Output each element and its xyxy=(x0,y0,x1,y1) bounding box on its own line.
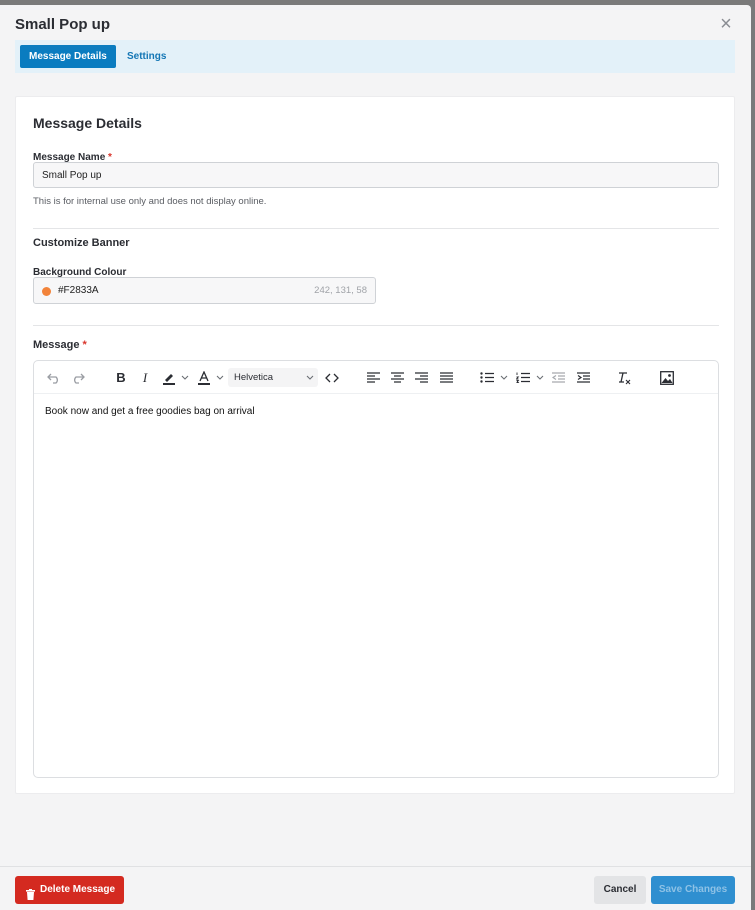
delete-message-label: Delete Message xyxy=(40,884,116,895)
chevron-down-icon[interactable] xyxy=(215,369,225,386)
cancel-button[interactable]: Cancel xyxy=(594,876,646,904)
bold-icon[interactable]: B xyxy=(113,369,129,386)
font-family-select[interactable]: Helvetica xyxy=(228,368,318,387)
font-family-value: Helvetica xyxy=(234,372,274,383)
section-title: Message Details xyxy=(33,115,142,131)
tab-message-details[interactable]: Message Details xyxy=(20,45,116,68)
highlight-color-icon[interactable] xyxy=(161,369,177,386)
align-right-icon[interactable] xyxy=(413,369,429,386)
colour-hex-value: #F2833A xyxy=(58,285,99,296)
editor-content[interactable]: Book now and get a free goodies bag on a… xyxy=(45,406,255,417)
save-changes-button[interactable]: Save Changes xyxy=(651,876,735,904)
tab-bar: Message Details Settings xyxy=(15,40,735,73)
divider xyxy=(33,325,719,326)
indent-icon[interactable] xyxy=(575,369,591,386)
colour-swatch xyxy=(42,287,51,296)
numbered-list-icon[interactable] xyxy=(515,369,531,386)
message-label-text: Message xyxy=(33,339,80,351)
message-label: Message * xyxy=(33,339,87,351)
divider xyxy=(33,228,719,229)
customize-banner-title: Customize Banner xyxy=(33,237,130,249)
source-code-icon[interactable] xyxy=(324,369,340,386)
justify-icon[interactable] xyxy=(438,369,454,386)
colour-rgb-value: 242, 131, 58 xyxy=(314,285,367,296)
chevron-down-icon[interactable] xyxy=(180,369,190,386)
redo-icon[interactable] xyxy=(70,369,86,386)
chevron-down-icon[interactable] xyxy=(535,369,545,386)
italic-icon[interactable]: I xyxy=(137,369,153,386)
required-mark: * xyxy=(82,339,87,351)
message-details-card: Message Details Message Name * This is f… xyxy=(15,96,735,794)
rich-text-editor: B I Helvetica Book now and get a free go… xyxy=(33,360,719,778)
trash-icon xyxy=(26,884,35,910)
modal-dialog: Small Pop up × Message Details Settings … xyxy=(0,5,751,910)
modal-title: Small Pop up xyxy=(15,16,111,33)
tab-settings[interactable]: Settings xyxy=(118,45,175,68)
chevron-down-icon[interactable] xyxy=(499,369,509,386)
chevron-down-icon xyxy=(306,368,314,394)
align-left-icon[interactable] xyxy=(365,369,381,386)
message-name-help: This is for internal use only and does n… xyxy=(33,196,267,207)
clear-format-icon[interactable] xyxy=(616,369,632,386)
background-colour-input[interactable]: #F2833A 242, 131, 58 xyxy=(33,277,376,304)
align-center-icon[interactable] xyxy=(389,369,405,386)
close-icon[interactable]: × xyxy=(716,14,736,35)
undo-icon[interactable] xyxy=(46,369,62,386)
delete-message-button[interactable]: Delete Message xyxy=(15,876,124,904)
outdent-icon[interactable] xyxy=(550,369,566,386)
modal-footer: Delete Message Cancel Save Changes xyxy=(0,866,751,910)
text-color-icon[interactable] xyxy=(196,369,212,386)
bullet-list-icon[interactable] xyxy=(479,369,495,386)
message-name-input[interactable] xyxy=(33,162,719,188)
image-icon[interactable] xyxy=(659,369,675,386)
editor-toolbar: B I Helvetica xyxy=(34,361,718,394)
